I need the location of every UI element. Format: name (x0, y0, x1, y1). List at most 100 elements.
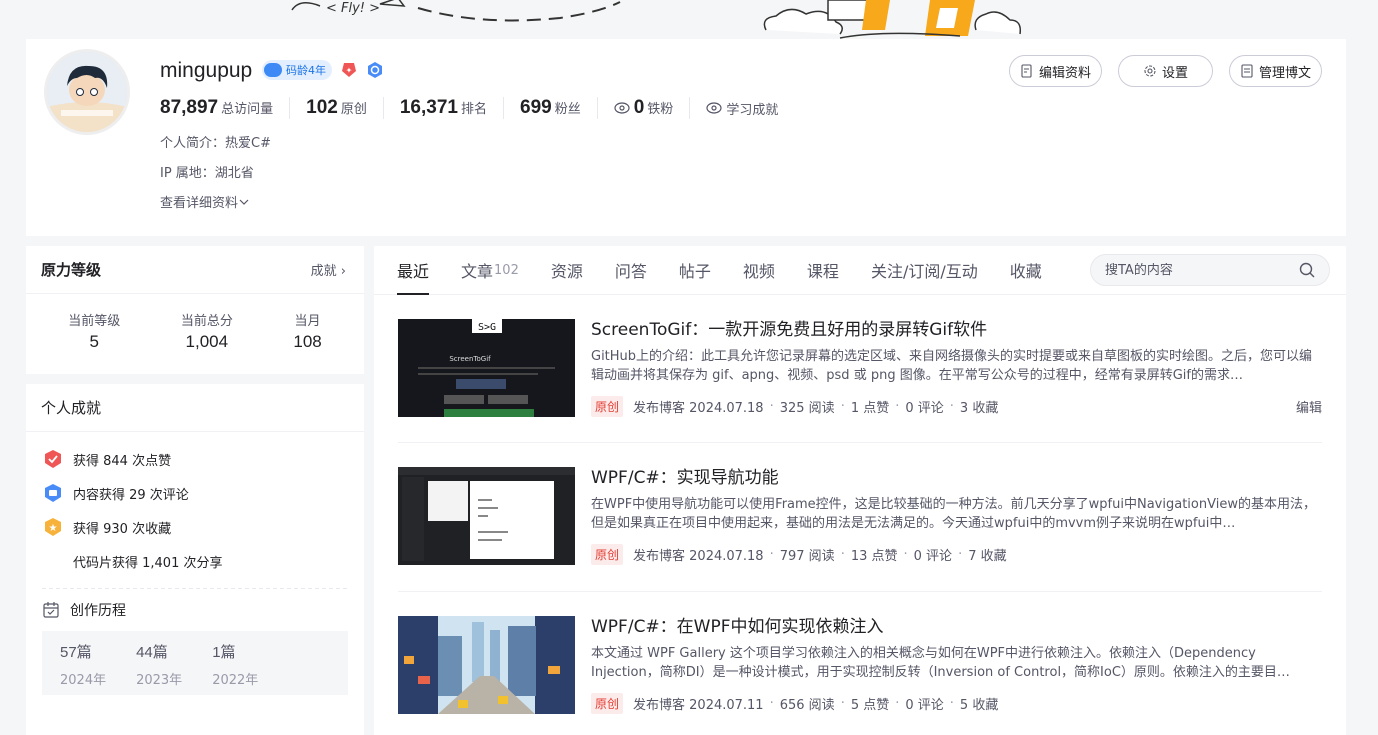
stat-original[interactable]: 102 原创 (306, 97, 384, 119)
article-description[interactable]: 在WPF中使用导航功能可以使用Frame控件，这是比较基础的一种方法。前几天分享… (591, 495, 1322, 533)
tab-recent[interactable]: 最近 (397, 246, 430, 295)
article-likes: 5 点赞 (850, 698, 890, 713)
achievement-snippet-shares: 代码片获得 1,401 次分享 (42, 544, 348, 578)
edit-profile-label: 编辑资料 (1038, 65, 1091, 81)
history-title: 创作历程 (70, 603, 126, 619)
level-card-title: 原力等级 (41, 261, 102, 279)
level-value: 108 (293, 332, 322, 351)
city-street-thumbnail-icon (398, 616, 575, 714)
thumb-logo-text: S>G (478, 322, 496, 333)
code-age-badge[interactable]: 码龄4年 (262, 60, 332, 80)
comment-medal-icon (42, 482, 64, 504)
article-item[interactable]: WPF/C#：实现导航功能 在WPF中使用导航功能可以使用Frame控件，这是比… (398, 467, 1322, 591)
settings-button[interactable]: 设置 (1117, 55, 1213, 87)
tab-label: 课程 (806, 262, 839, 281)
manage-posts-button[interactable]: 管理博文 (1228, 55, 1322, 87)
achievement-favorites: ★ 获得 930 次收藏 (42, 510, 348, 544)
article-item[interactable]: WPF/C#：在WPF中如何实现依赖注入 本文通过 WPF Gallery 这个… (398, 616, 1322, 735)
settings-label: 设置 (1161, 65, 1188, 81)
tab-favorites[interactable]: 收藏 (1010, 246, 1042, 295)
article-title[interactable]: ScreenToGif：一款开源免费且好用的录屏转Gif软件 (591, 319, 1322, 341)
article-likes: 1 点赞 (850, 401, 890, 416)
tab-label: 问答 (614, 262, 647, 281)
history-years: 57篇 2024年 44篇 2023年 1篇 2022年 (42, 631, 348, 695)
stat-rank[interactable]: 16,371 排名 (400, 97, 504, 119)
article-thumbnail[interactable]: S>G ScreenToGif (398, 319, 575, 417)
banner-fly-text: < Fly! > (326, 1, 380, 16)
tab-qa[interactable]: 问答 (615, 246, 647, 295)
tab-resources[interactable]: 资源 (551, 246, 583, 295)
article-thumbnail[interactable] (398, 616, 575, 714)
article-item[interactable]: S>G ScreenToGif ScreenToGif：一款开源免费且好用的录屏… (398, 319, 1322, 443)
tab-articles[interactable]: 文章 102 (461, 246, 519, 295)
achievements-list: 获得 844 次点赞 内容获得 29 次评论 ★ 获得 930 次收藏 代码片获… (26, 432, 364, 695)
article-title[interactable]: WPF/C#：实现导航功能 (591, 467, 1322, 489)
tab-videos[interactable]: 视频 (743, 246, 775, 295)
level-stats: 当前等级 5 当前总分 1,004 当月 108 (26, 294, 364, 352)
stat-value: 699 (520, 97, 552, 118)
main-content: 最近 文章102 资源 问答 帖子 视频 课程 关注/订阅/互动 收藏 S>G … (374, 246, 1346, 735)
article-reads: 325 阅读 (779, 401, 835, 416)
search-icon[interactable] (1299, 262, 1315, 278)
eye-icon (706, 102, 722, 114)
original-badge: 原创 (591, 693, 624, 714)
profile-card: mingupup 码龄4年 ✦ 87,897 总访问量 102 原创 16,371 排… (26, 39, 1346, 236)
stat-value: 16,371 (399, 97, 458, 118)
history-header: 创作历程 (42, 589, 348, 631)
article-date: 发布博客 2024.07.18 (633, 549, 764, 564)
article-edit-link[interactable]: 编辑 (1296, 397, 1322, 416)
manage-posts-label: 管理博文 (1258, 65, 1311, 81)
eye-icon (614, 102, 630, 114)
achievements-header: 个人成就 (26, 384, 364, 432)
learn-achievement-link[interactable]: 学习成就 (706, 99, 794, 118)
level-total: 当前总分 1,004 (181, 310, 233, 352)
history-year: 2022年 (212, 673, 259, 688)
blue-medal-icon[interactable] (366, 61, 384, 79)
article-body: WPF/C#：在WPF中如何实现依赖注入 本文通过 WPF Gallery 这个… (591, 616, 1322, 714)
article-title[interactable]: WPF/C#：在WPF中如何实现依赖注入 (591, 616, 1322, 638)
article-reads: 797 阅读 (779, 549, 835, 564)
stat-fans[interactable]: 699 粉丝 (520, 97, 598, 119)
article-description[interactable]: GitHub上的介绍：此工具允许您记录屏幕的选定区域、来自网络摄像头的实时提要或… (591, 347, 1322, 385)
tab-courses[interactable]: 课程 (807, 246, 839, 295)
navigation-app-thumbnail-icon (398, 467, 575, 565)
history-year-item[interactable]: 44篇 2023年 (136, 641, 182, 695)
avatar-illustration-icon (47, 52, 127, 132)
original-badge: 原创 (591, 396, 624, 417)
stat-label: 粉丝 (554, 102, 581, 117)
thumb-caption-text: ScreenToGif (449, 355, 491, 363)
level-label: 当前总分 (180, 314, 233, 329)
edit-profile-button[interactable]: 编辑资料 (1008, 55, 1102, 87)
article-comments: 0 评论 (905, 698, 944, 713)
red-medal-icon[interactable]: ✦ (340, 61, 358, 79)
article-comments: 0 评论 (905, 401, 944, 416)
achievement-link[interactable]: 成就 › (311, 260, 346, 279)
history-year-item[interactable]: 1篇 2022年 (212, 641, 258, 695)
like-medal-icon (42, 448, 64, 470)
chevron-down-icon (239, 199, 249, 205)
star-medal-icon: ★ (42, 516, 64, 538)
article-date: 发布博客 2024.07.11 (633, 698, 764, 713)
level-value: 5 (89, 332, 99, 351)
tab-count: 102 (494, 262, 519, 278)
view-details-link[interactable]: 查看详细资料 (160, 192, 250, 211)
tab-posts[interactable]: 帖子 (679, 246, 711, 295)
article-meta: 原创 发布博客 2024.07.18 · 325 阅读 · 1 点赞 · 0 评论 · … (591, 396, 1322, 417)
ip-location-text: IP 属地：湖北省 (160, 166, 254, 181)
achievement-link-label: 成就 (310, 264, 337, 279)
avatar[interactable] (44, 49, 130, 135)
tab-follow[interactable]: 关注/订阅/互动 (871, 246, 978, 295)
article-meta: 原创 发布博客 2024.07.11 · 656 阅读 · 5 点赞 · 0 评论 · … (591, 693, 1322, 714)
stat-iron-fans[interactable]: 0 铁粉 (614, 97, 691, 119)
svg-text:✦: ✦ (346, 66, 353, 75)
badge-group: 码龄4年 ✦ (262, 60, 384, 80)
search-input[interactable] (1105, 262, 1299, 278)
article-date: 发布博客 2024.07.18 (633, 401, 764, 416)
achievements-card: 个人成就 获得 844 次点赞 内容获得 29 次评论 ★ 获得 930 次收藏… (26, 384, 364, 735)
gear-icon (1144, 65, 1156, 77)
stat-views[interactable]: 87,897 总访问量 (160, 97, 291, 119)
article-comments: 0 评论 (913, 549, 953, 564)
article-description[interactable]: 本文通过 WPF Gallery 这个项目学习依赖注入的相关概念与如何在WPF中… (591, 644, 1322, 682)
article-thumbnail[interactable] (398, 467, 575, 565)
history-year-item[interactable]: 57篇 2024年 (60, 641, 106, 695)
